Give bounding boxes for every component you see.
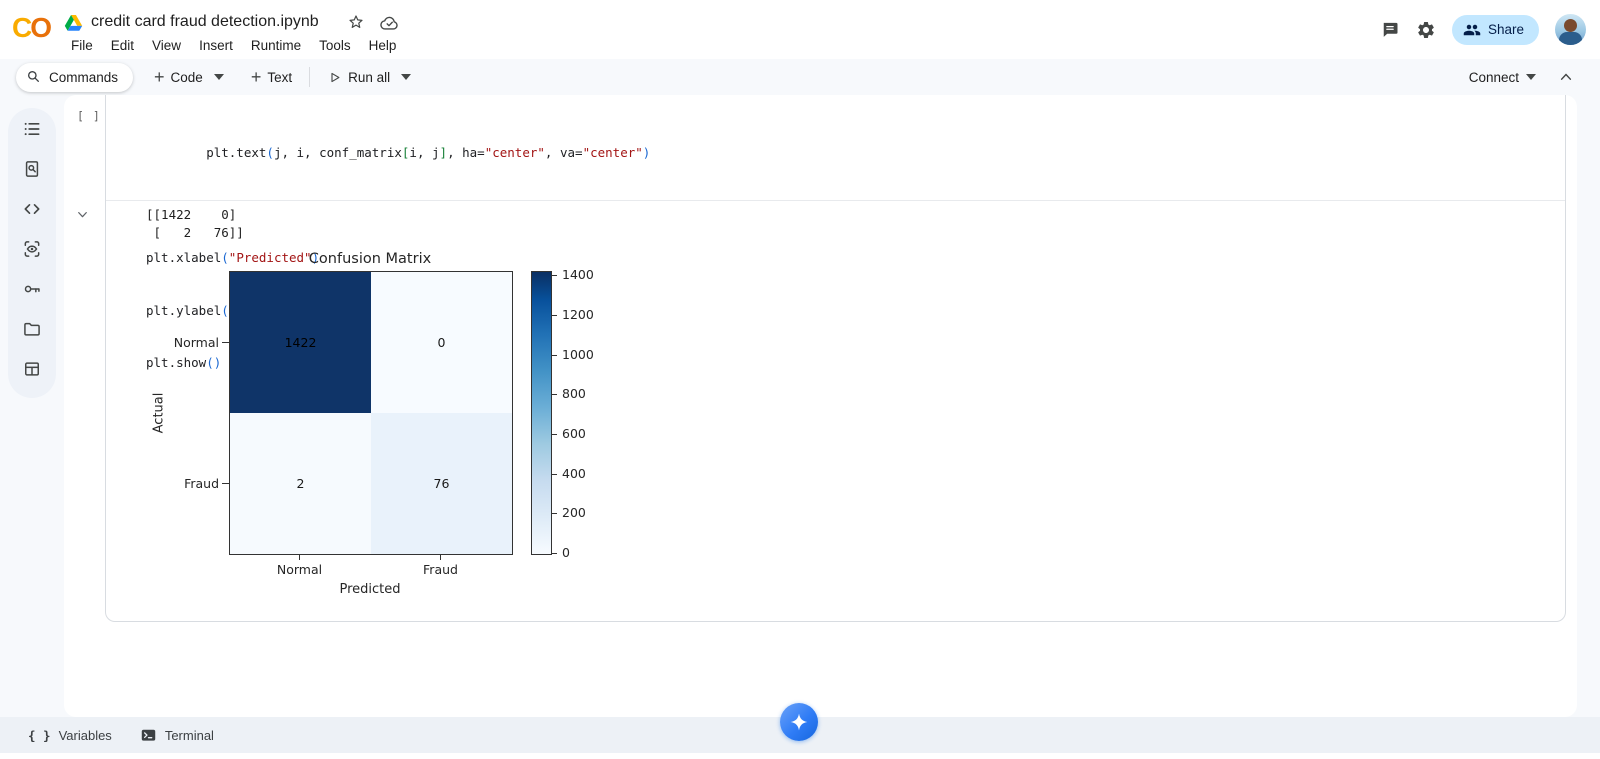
colorbar-tick-label: 600 <box>562 426 586 441</box>
variables-braces-icon: { } <box>28 727 51 743</box>
cell-run-indicator[interactable]: [ ] <box>77 109 101 123</box>
code-snippets-icon[interactable] <box>22 199 42 219</box>
files-folder-icon[interactable] <box>22 319 42 339</box>
heatmap-axes: 1422 0 2 76 <box>229 271 513 555</box>
collapse-header-button[interactable] <box>1554 64 1578 90</box>
share-button[interactable]: Share <box>1451 14 1539 45</box>
colorbar-tick-label: 800 <box>562 386 586 401</box>
colorbar-tick-label: 1400 <box>562 267 594 282</box>
cloud-saved-icon[interactable] <box>379 13 400 32</box>
gemini-assistant-button[interactable] <box>780 703 818 741</box>
bottom-strip <box>0 753 1600 759</box>
secrets-key-icon[interactable] <box>22 279 42 299</box>
heatmap-cell-fraud-fraud: 76 <box>371 413 512 554</box>
x-tick-mark <box>299 554 300 560</box>
y-tick-mark <box>222 483 229 484</box>
menu-bar: File Edit View Insert Runtime Tools Help <box>62 35 405 56</box>
star-icon[interactable] <box>347 13 365 31</box>
people-icon <box>1463 24 1481 35</box>
output-collapse-chevron[interactable] <box>75 207 90 222</box>
header: CO credit card fraud detection.ipynb Fil… <box>0 0 1600 59</box>
colab-logo[interactable]: CO <box>12 9 52 47</box>
plot-title: Confusion Matrix <box>308 251 432 267</box>
terminal-button[interactable]: Terminal <box>140 727 214 743</box>
terminal-icon <box>140 727 157 743</box>
heatmap-cell-normal-normal: 1422 <box>230 272 371 413</box>
x-tick-mark <box>440 554 441 560</box>
table-of-contents-icon[interactable] <box>22 119 42 139</box>
colorbar-tick-label: 0 <box>562 545 570 560</box>
connect-button[interactable]: Connect <box>1461 65 1544 90</box>
notebook-toolbar: Commands + Code + Text Run all Connect <box>0 59 1600 95</box>
main-area: [ ] plt.text(j, i, conf_matrix[i, j], ha… <box>0 95 1600 717</box>
add-code-dropdown[interactable] <box>210 69 228 85</box>
notebook-content: [ ] plt.text(j, i, conf_matrix[i, j], ha… <box>64 95 1577 717</box>
search-icon <box>28 71 39 82</box>
colorbar <box>531 271 552 555</box>
drive-icon <box>64 14 83 31</box>
left-sidebar <box>0 95 64 717</box>
plus-icon: + <box>250 67 262 87</box>
y-tick-mark <box>222 342 229 343</box>
y-tick-label-normal: Normal <box>173 335 219 350</box>
x-tick-label-fraud: Fraud <box>423 562 458 577</box>
variables-button[interactable]: { } Variables <box>28 728 112 743</box>
data-table-icon[interactable] <box>22 359 42 379</box>
title-row: credit card fraud detection.ipynb <box>64 9 400 35</box>
y-tick-label-fraud: Fraud <box>184 476 219 491</box>
code-cell: plt.text(j, i, conf_matrix[i, j], ha="ce… <box>105 95 1566 622</box>
heatmap-cell-normal-fraud: 0 <box>371 272 512 413</box>
heatmap-cell-fraud-normal: 2 <box>230 413 371 554</box>
comments-icon[interactable] <box>1380 20 1400 40</box>
menu-file[interactable]: File <box>62 35 102 56</box>
ai-scrutinize-icon[interactable] <box>22 239 42 259</box>
chevron-up-icon <box>1560 73 1572 80</box>
menu-insert[interactable]: Insert <box>190 35 242 56</box>
run-all-dropdown[interactable] <box>397 69 415 85</box>
caret-down-icon <box>213 74 224 80</box>
menu-tools[interactable]: Tools <box>310 35 360 56</box>
plus-icon: + <box>154 67 165 87</box>
find-replace-icon[interactable] <box>22 159 42 179</box>
menu-runtime[interactable]: Runtime <box>242 35 310 56</box>
caret-down-icon <box>1526 74 1536 80</box>
menu-view[interactable]: View <box>143 35 190 56</box>
play-icon <box>331 72 340 82</box>
add-text-button[interactable]: + Text <box>244 65 299 90</box>
run-all-button[interactable]: Run all <box>320 65 397 90</box>
colorbar-tick-label: 1000 <box>562 347 594 362</box>
menu-edit[interactable]: Edit <box>102 35 143 56</box>
code-output-divider <box>106 200 1565 201</box>
chevron-down-icon <box>78 212 87 218</box>
cell-output-text: [[1422 0] [ 2 76]] <box>146 207 244 240</box>
colorbar-tick-label: 400 <box>562 466 586 481</box>
gemini-spark-icon <box>790 713 808 731</box>
x-tick-label-normal: Normal <box>276 562 323 577</box>
toolbar-divider <box>309 67 311 87</box>
commands-button[interactable]: Commands <box>16 62 134 92</box>
avatar[interactable] <box>1555 14 1586 45</box>
colab-window: CO credit card fraud detection.ipynb Fil… <box>0 0 1600 759</box>
y-axis-label: Actual <box>151 392 167 434</box>
settings-gear-icon[interactable] <box>1416 20 1436 40</box>
add-code-button[interactable]: + Code <box>147 65 210 90</box>
confusion-matrix-plot: Confusion Matrix 1422 0 2 76 Normal Frau… <box>146 245 616 607</box>
colorbar-tick-label: 1200 <box>562 307 594 322</box>
notebook-title[interactable]: credit card fraud detection.ipynb <box>91 13 319 31</box>
menu-help[interactable]: Help <box>360 35 406 56</box>
x-axis-label: Predicted <box>339 582 401 597</box>
caret-down-icon <box>401 74 412 80</box>
sidebar-icon-rail <box>8 108 56 398</box>
code-line: plt.text(j, i, conf_matrix[i, j], ha="ce… <box>146 145 651 160</box>
colorbar-tick-label: 200 <box>562 505 586 520</box>
